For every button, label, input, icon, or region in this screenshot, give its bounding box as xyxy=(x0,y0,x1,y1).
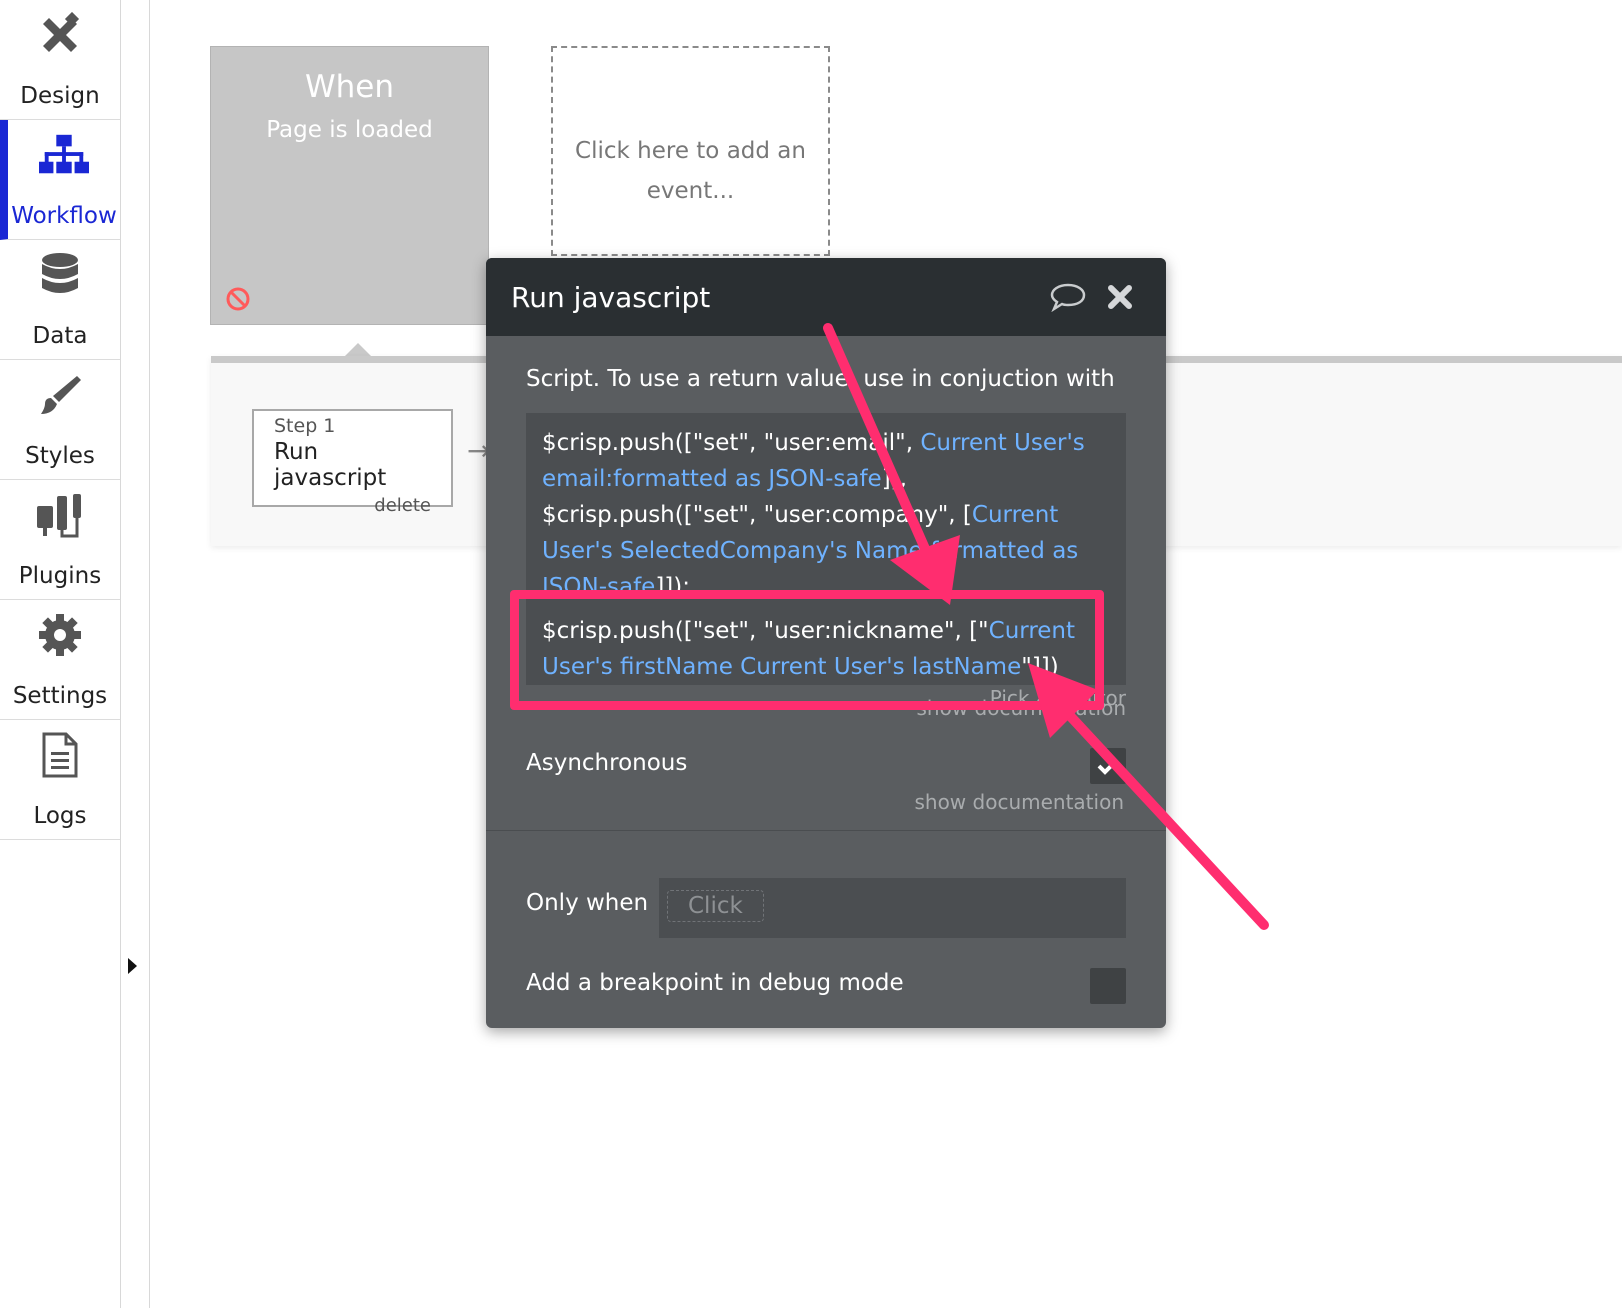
sidebar-item-workflow[interactable]: Workflow xyxy=(0,120,120,240)
section-divider xyxy=(486,830,1166,831)
sidebar-item-settings[interactable]: Settings xyxy=(0,600,120,720)
step-card[interactable]: Step 1 Run javascript delete xyxy=(252,409,453,516)
left-sidebar: Design Workflow Data Styles Plugins Sett… xyxy=(0,0,121,1308)
gear-icon xyxy=(35,610,85,660)
script-static-text: ]), xyxy=(881,466,907,492)
sidebar-item-label: Logs xyxy=(33,803,87,829)
plug-icon xyxy=(35,490,85,540)
paintbrush-icon xyxy=(35,370,85,420)
workflow-editor: { "sidebar": { "items": [ {"label": "Des… xyxy=(0,0,1622,1308)
async-label: Asynchronous xyxy=(526,750,688,776)
script-line: $crisp.push(["set", "user:company", [Cur… xyxy=(542,497,1110,605)
script-line: $crisp.push(["set", "user:email", Curren… xyxy=(542,425,1110,497)
step-delete-link[interactable]: delete xyxy=(274,495,431,516)
event-pointer xyxy=(345,343,371,356)
comment-icon[interactable] xyxy=(1047,279,1089,315)
database-icon xyxy=(35,250,85,300)
breakpoint-checkbox[interactable] xyxy=(1090,968,1126,1004)
sidebar-gutter xyxy=(121,0,150,1308)
only-when-label: Only when xyxy=(526,890,649,916)
sidebar-item-design[interactable]: Design xyxy=(0,0,120,120)
event-card-title: When xyxy=(304,69,395,105)
async-checkbox[interactable] xyxy=(1090,748,1126,784)
script-static-text: $crisp.push(["set", "user:company", [ xyxy=(542,502,972,528)
sidebar-item-data[interactable]: Data xyxy=(0,240,120,360)
sidebar-item-label: Plugins xyxy=(18,563,102,589)
sidebar-item-styles[interactable]: Styles xyxy=(0,360,120,480)
sidebar-item-label: Settings xyxy=(12,683,108,709)
breakpoint-label: Add a breakpoint in debug mode xyxy=(526,970,904,996)
sidebar-item-label: Design xyxy=(20,83,100,109)
document-icon xyxy=(35,730,85,780)
sidebar-item-label: Styles xyxy=(25,443,95,469)
show-documentation-link[interactable]: show documentation xyxy=(914,790,1124,814)
disabled-icon xyxy=(225,286,251,312)
add-event-text: Click here to add an event... xyxy=(575,138,806,204)
workflow-tree-icon xyxy=(39,130,89,180)
script-static-text: $crisp.push(["set", "user:email", xyxy=(542,430,921,456)
only-when-click-placeholder[interactable]: Click xyxy=(667,890,764,922)
sidebar-item-label: Workflow xyxy=(11,203,117,229)
modal-header: Run javascript xyxy=(486,258,1166,336)
step-number: Step 1 xyxy=(274,415,336,437)
only-when-condition-field[interactable]: Click xyxy=(659,878,1126,938)
close-icon[interactable] xyxy=(1099,279,1141,315)
expand-panel-arrow-icon[interactable] xyxy=(128,958,137,974)
design-tools-icon xyxy=(35,10,85,60)
checkmark-icon xyxy=(1097,758,1119,775)
sidebar-item-label: Data xyxy=(32,323,88,349)
step-action-name: Run javascript xyxy=(274,439,387,491)
add-event-card[interactable]: Click here to add an event... xyxy=(551,46,830,256)
event-card-page-loaded[interactable]: When Page is loaded xyxy=(210,46,489,325)
modal-title: Run javascript xyxy=(511,280,711,314)
sidebar-item-plugins[interactable]: Plugins xyxy=(0,480,120,600)
sidebar-item-logs[interactable]: Logs xyxy=(0,720,120,840)
annotation-highlight-box xyxy=(510,590,1104,710)
event-card-subtitle: Page is loaded xyxy=(266,117,433,143)
script-label: Script. To use a return value, use in co… xyxy=(526,366,1115,392)
